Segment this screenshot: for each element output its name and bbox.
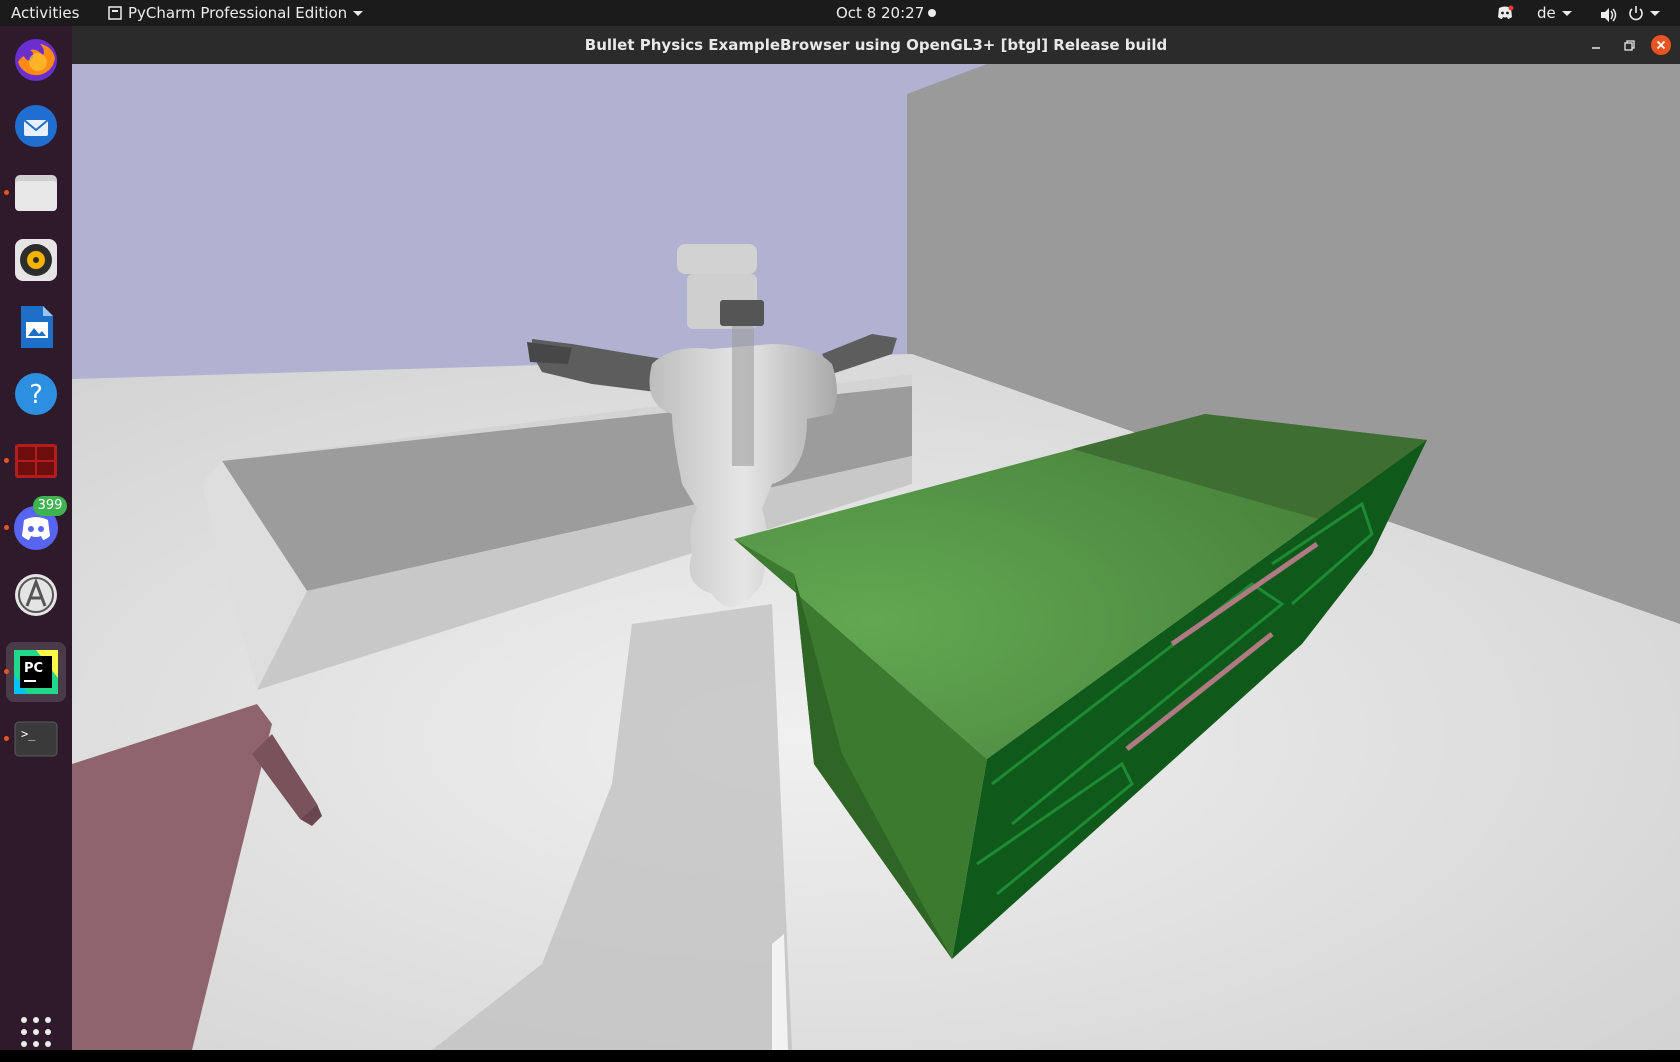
close-icon (1656, 40, 1666, 50)
keyboard-layout-menu[interactable]: de (1537, 0, 1572, 26)
window-title: Bullet Physics ExampleBrowser using Open… (584, 36, 1168, 54)
running-indicator (4, 190, 9, 195)
thunderbird-icon (15, 105, 57, 147)
app-menu[interactable]: PyCharm Professional Edition (108, 0, 364, 26)
dock-item-writer[interactable] (6, 297, 66, 357)
robot-torso-stripe (732, 326, 754, 466)
dock-item-pycharm[interactable]: PC (4, 642, 66, 702)
minimize-icon (1592, 47, 1600, 49)
notification-dot (928, 9, 936, 17)
app-grid-icon (21, 1017, 51, 1047)
restore-icon (1624, 40, 1635, 51)
firefox-icon (15, 39, 57, 81)
clock[interactable]: Oct 8 20:27 (836, 0, 924, 26)
dock-item-firefox[interactable] (6, 30, 66, 90)
terminator-icon (15, 444, 57, 478)
chevron-down-icon (353, 10, 364, 16)
chevron-down-icon (1650, 10, 1660, 16)
app-menu-label: PyCharm Professional Edition (128, 4, 348, 22)
dock: ? 399 PC >_ (0, 26, 72, 1050)
pycharm-small-icon (108, 6, 122, 20)
window-titlebar[interactable]: Bullet Physics ExampleBrowser using Open… (72, 26, 1680, 64)
dock-item-terminator[interactable] (4, 431, 66, 491)
opengl-viewport[interactable] (72, 64, 1680, 1050)
notification-badge: 399 (33, 496, 67, 516)
system-menu[interactable] (1628, 5, 1660, 21)
svg-text:>_: >_ (21, 727, 36, 741)
running-indicator (4, 669, 9, 674)
dock-item-thunderbird[interactable] (6, 96, 66, 156)
discord-tray-icon[interactable] (1496, 4, 1514, 22)
files-icon (15, 175, 57, 211)
minimize-button[interactable] (1586, 35, 1606, 55)
dock-item-help[interactable]: ? (6, 364, 66, 424)
pycharm-icon: PC (14, 650, 58, 694)
robot-head (677, 244, 757, 274)
dock-item-show-applications[interactable] (6, 1002, 66, 1062)
writer-icon (21, 306, 53, 348)
dock-item-files[interactable] (4, 163, 66, 223)
dock-item-software[interactable] (6, 565, 66, 625)
dock-item-terminal[interactable]: >_ (4, 709, 66, 769)
terminal-icon: >_ (14, 721, 58, 757)
svg-text:?: ? (29, 380, 43, 410)
keyboard-layout-label: de (1537, 4, 1556, 22)
top-bar: Activities PyCharm Professional Edition … (0, 0, 1680, 26)
activities-button[interactable]: Activities (11, 0, 79, 26)
running-indicator (4, 458, 9, 463)
running-indicator (4, 736, 9, 741)
app-window: Bullet Physics ExampleBrowser using Open… (72, 26, 1680, 1050)
dock-item-discord[interactable]: 399 (4, 496, 67, 558)
dock-item-rhythmbox[interactable] (6, 230, 66, 290)
restore-button[interactable] (1619, 35, 1639, 55)
robot-head-camera (720, 300, 764, 326)
3d-scene (72, 64, 1680, 1050)
rhythmbox-icon (15, 239, 57, 281)
power-icon (1629, 6, 1643, 21)
software-icon (15, 574, 57, 616)
chevron-down-icon (1561, 10, 1572, 16)
close-button[interactable] (1651, 35, 1671, 55)
running-indicator (4, 525, 9, 530)
volume-icon[interactable] (1600, 5, 1618, 22)
help-icon: ? (15, 373, 57, 415)
svg-text:PC: PC (24, 661, 43, 676)
